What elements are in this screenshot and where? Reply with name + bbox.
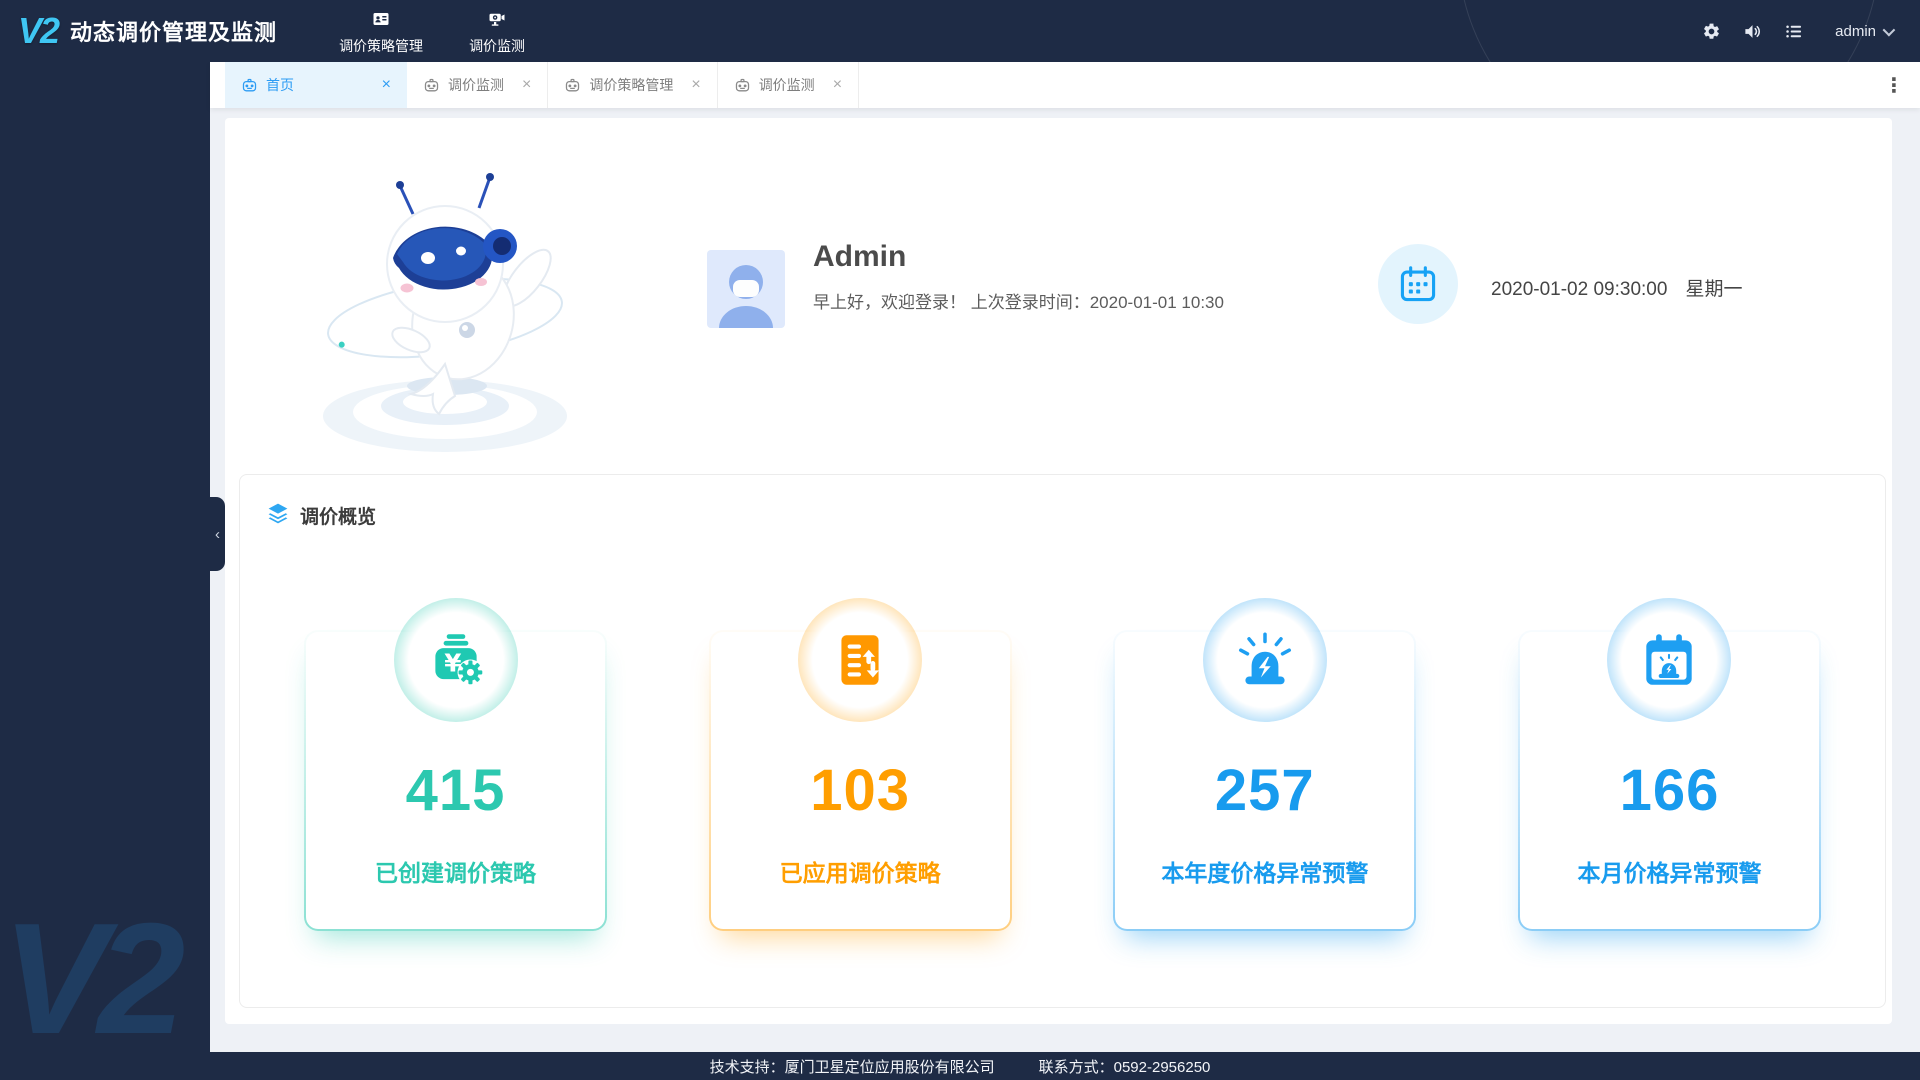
gear-icon[interactable] [1702, 22, 1721, 41]
sidebar-collapse-handle[interactable]: ‹ [210, 497, 225, 571]
footer-contact-text: 联系方式：0592-2956250 [1038, 1058, 1211, 1076]
tab-home[interactable]: 首页 × [225, 62, 407, 108]
greeting-text: 早上好，欢迎登录！ 上次登录时间：2020-01-01 10:30 [813, 293, 1224, 312]
weekday-value: 星期一 [1685, 279, 1743, 300]
brand: V2 动态调价管理及监测 [0, 10, 277, 52]
calendar-alert-icon [1607, 598, 1732, 722]
top-header: V2 动态调价管理及监测 调价策略管理 调价监测 admin [0, 0, 1920, 62]
welcome-section: Admin 早上好，欢迎登录！ 上次登录时间：2020-01-01 10:30 [225, 118, 1892, 474]
stat-label: 本月价格异常预警 [1577, 860, 1762, 886]
current-datetime: 2020-01-02 09:30:00 星期一 [1491, 274, 1742, 301]
stat-card-applied-strategies[interactable]: 103 已应用调价策略 [709, 598, 1012, 931]
doc-arrows-icon [798, 598, 923, 722]
overview-title: 调价概览 [300, 507, 377, 528]
main-content: Admin 早上好，欢迎登录！ 上次登录时间：2020-01-01 10:30 [210, 108, 1920, 1052]
datetime-value: 2020-01-02 09:30:00 [1491, 279, 1668, 300]
user-display-name: Admin [813, 240, 907, 273]
layers-icon [266, 501, 290, 530]
stat-value: 415 [405, 758, 506, 823]
user-menu[interactable]: admin [1835, 22, 1896, 40]
stat-value: 166 [1619, 758, 1720, 823]
stat-card-created-strategies[interactable]: ¥ 415 已创建调价策略 [304, 598, 607, 931]
tab-price-monitoring-2[interactable]: 调价监测 × [717, 62, 860, 108]
stat-value: 103 [810, 758, 911, 823]
nav-label: 调价策略管理 [339, 38, 424, 54]
stat-card-year-price-alerts[interactable]: 257 本年度价格异常预警 [1113, 598, 1416, 931]
tab-bar: 首页 × 调价监测 × 调价策略管理 × 调价监测 × ⋮ [210, 62, 1920, 108]
sidebar: V2 [0, 62, 210, 1052]
close-icon[interactable]: × [382, 77, 391, 93]
close-icon[interactable]: × [691, 77, 700, 93]
footer-support-text: 技术支持：厦门卫星定位应用股份有限公司 [709, 1058, 995, 1076]
tab-overflow-menu-icon[interactable]: ⋮ [1868, 73, 1920, 98]
robot-dolphin-mascot [295, 158, 595, 473]
taxi-icon [566, 78, 580, 91]
taxi-icon [242, 78, 257, 91]
list-icon[interactable] [1784, 22, 1803, 41]
stat-label: 已应用调价策略 [779, 860, 941, 886]
app-title: 动态调价管理及监测 [70, 20, 278, 45]
chevron-down-icon [1882, 23, 1896, 36]
tab-label: 首页 [266, 77, 294, 93]
content-panel: Admin 早上好，欢迎登录！ 上次登录时间：2020-01-01 10:30 [225, 118, 1892, 1024]
tab-label: 调价监测 [758, 77, 815, 93]
close-icon[interactable]: × [522, 77, 531, 93]
price-overview-card: 调价概览 ¥ 415 已创建调价策略 103 已应用调价策略 257 本年度价格… [239, 474, 1886, 1008]
taxi-icon [735, 78, 749, 91]
close-icon[interactable]: × [833, 77, 842, 93]
id-card-icon [372, 10, 390, 33]
nav-item-price-monitoring[interactable]: 调价监测 [469, 6, 525, 56]
user-welcome: Admin 早上好，欢迎登录！ 上次登录时间：2020-01-01 10:30 [813, 240, 1224, 313]
nav-label: 调价监测 [469, 38, 526, 54]
stat-label: 已创建调价策略 [375, 860, 536, 886]
overview-header: 调价概览 [240, 475, 1885, 530]
siren-icon [1202, 598, 1327, 722]
stat-label: 本年度价格异常预警 [1161, 860, 1369, 886]
user-name: admin [1835, 22, 1876, 40]
calendar-icon [1378, 244, 1458, 324]
stat-cards: ¥ 415 已创建调价策略 103 已应用调价策略 257 本年度价格异常预警 … [240, 598, 1885, 931]
page-footer: 技术支持：厦门卫星定位应用股份有限公司 联系方式：0592-2956250 [0, 1052, 1920, 1080]
header-nav: 调价策略管理 调价监测 [339, 6, 525, 56]
tab-label: 调价监测 [448, 77, 504, 93]
tab-strategy-management[interactable]: 调价策略管理 × [548, 62, 718, 108]
app-window: V2 动态调价管理及监测 调价策略管理 调价监测 admin 首页 × 调价监测… [0, 0, 1920, 1080]
nav-item-strategy-management[interactable]: 调价策略管理 [339, 6, 423, 56]
user-avatar [707, 250, 785, 328]
stat-card-month-price-alerts[interactable]: 166 本月价格异常预警 [1518, 598, 1821, 931]
stat-value: 257 [1214, 758, 1315, 823]
header-actions: admin [1702, 22, 1920, 41]
collapse-chevron-icon: ‹ [215, 525, 220, 543]
logo-v2: V2 [18, 10, 60, 51]
camera-icon [488, 10, 506, 33]
tab-price-monitoring-1[interactable]: 调价监测 × [407, 62, 549, 108]
taxi-icon [424, 78, 439, 91]
sidebar-watermark-logo: V2 [2, 891, 185, 1052]
tab-label: 调价策略管理 [589, 77, 674, 93]
speaker-icon[interactable] [1743, 22, 1762, 41]
money-gear-icon: ¥ [393, 598, 518, 722]
